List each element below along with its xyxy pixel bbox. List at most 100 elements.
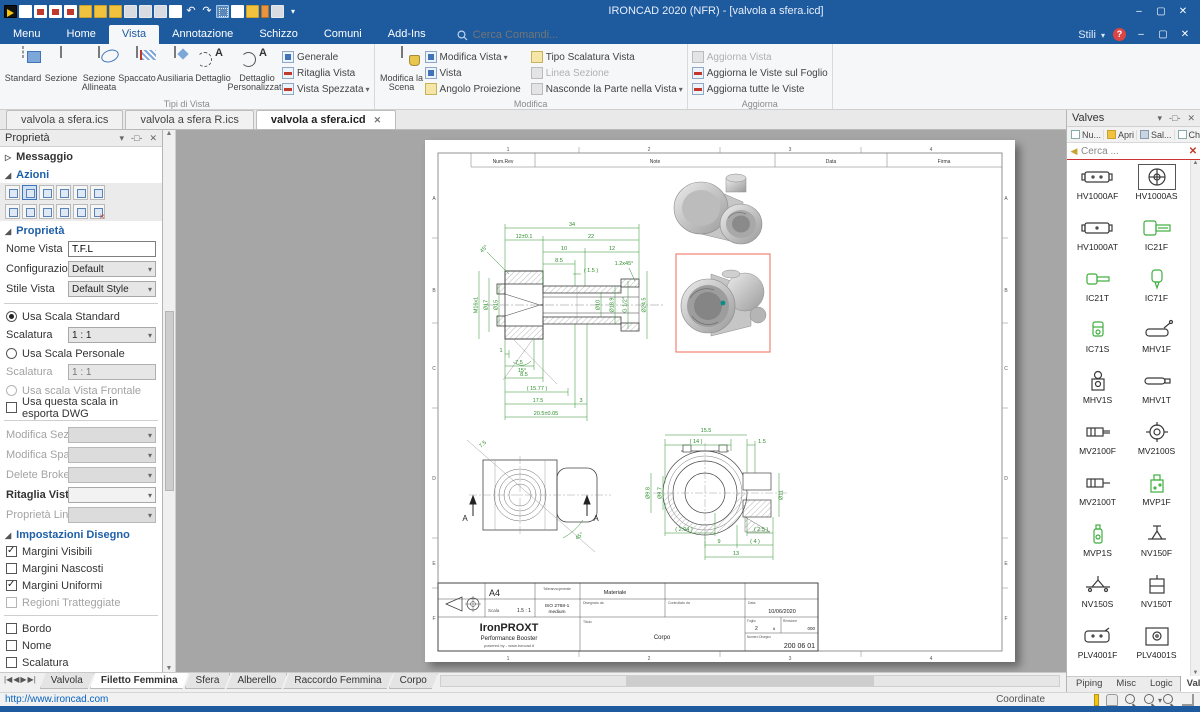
catalog-open-button[interactable]: Apri <box>1105 130 1137 140</box>
rotate-left-icon[interactable] <box>73 185 88 200</box>
configurazione-select[interactable]: Default▾ <box>68 261 156 277</box>
vista-spezzata-button[interactable]: Vista Spezzata▾ <box>282 81 370 97</box>
scroll-thumb[interactable] <box>165 311 174 491</box>
back-icon[interactable]: ◀ <box>1067 146 1081 157</box>
app-logo-icon[interactable] <box>4 5 17 18</box>
catalog-close-button[interactable]: Chi... <box>1176 130 1200 140</box>
catalog-item[interactable]: NV150F <box>1127 519 1186 570</box>
new-bom-icon[interactable] <box>64 5 77 18</box>
mdi-restore-button[interactable]: ▢ <box>1156 29 1170 40</box>
delete-view-icon[interactable] <box>90 204 105 219</box>
tab-addins[interactable]: Add-Ins <box>375 25 439 44</box>
doc-tab-ics[interactable]: valvola a sfera.ics <box>6 110 123 129</box>
nome-checkbox[interactable]: Nome <box>0 637 162 654</box>
open-folder-icon[interactable] <box>79 5 92 18</box>
sezione-button[interactable]: Sezione <box>42 46 80 98</box>
ironcad-link[interactable]: http://www.ironcad.com <box>5 694 108 705</box>
catalog-item[interactable]: MHV1S <box>1068 366 1127 417</box>
prev-sheet-icon[interactable]: ◀ <box>13 675 19 684</box>
catalog-item[interactable]: PLV4001S <box>1127 621 1186 672</box>
command-search[interactable] <box>457 29 593 44</box>
pin-icon[interactable]: -□- <box>1169 113 1180 123</box>
first-sheet-icon[interactable]: |◀ <box>4 675 12 684</box>
section-view[interactable]: 34 12±0.1 22 10 12 8.5 ( 1.5 ) 1.2x45° 4… <box>474 222 666 421</box>
export-folder-icon[interactable] <box>109 5 122 18</box>
measure-tool-icon[interactable] <box>261 5 269 18</box>
catalog-item[interactable]: MHV1T <box>1127 366 1186 417</box>
usa-scala-standard-radio[interactable]: Usa Scala Standard <box>0 308 162 325</box>
save-icon[interactable] <box>124 5 137 18</box>
catalog-item[interactable]: NV150S <box>1068 570 1127 621</box>
mdi-close-button[interactable]: ✕ <box>1178 29 1192 40</box>
catalog-close-icon[interactable]: ✕ <box>1187 113 1195 124</box>
stili-menu[interactable]: Stili ▾ <box>1078 29 1105 41</box>
sheet-tab-filetto-femmina[interactable]: Filetto Femmina <box>90 673 189 689</box>
close-tab-icon[interactable]: ✕ <box>374 115 382 126</box>
pan-icon[interactable] <box>1106 694 1118 706</box>
table-view-icon[interactable] <box>271 5 284 18</box>
undo-icon[interactable]: ↶ <box>184 5 198 18</box>
new-scene-icon[interactable] <box>34 5 47 18</box>
pin-icon[interactable]: -□- <box>131 133 142 143</box>
sheet-tab-corpo[interactable]: Corpo <box>389 673 438 689</box>
doc-tab-icd[interactable]: valvola a sfera.icd✕ <box>256 110 396 129</box>
sheet-tab-alberello[interactable]: Alberello <box>226 673 287 689</box>
save-copy-icon[interactable] <box>139 5 152 18</box>
side-view[interactable]: A A 45° 7.5 <box>462 440 611 552</box>
command-search-input[interactable] <box>473 29 593 41</box>
import-folder-icon[interactable] <box>94 5 107 18</box>
help-icon[interactable]: ? <box>1113 28 1126 41</box>
catalog-item[interactable]: HV1000AF <box>1068 162 1127 213</box>
back-view[interactable]: 15.5 ( 14 ) 1.5 Ø9.8 Ø9.7 Ø11 ( 2.04 ) (… <box>646 428 788 560</box>
tab-schizzo[interactable]: Schizzo <box>246 25 311 44</box>
ruler-icon[interactable] <box>1094 694 1099 706</box>
esporta-dwg-checkbox[interactable]: Usa questa scala in esporta DWG <box>0 399 162 416</box>
scalatura-select[interactable]: 1 : 1▾ <box>68 327 156 343</box>
dettaglio-button[interactable]: Dettaglio <box>194 46 232 98</box>
panel-menu-icon[interactable]: ▾ <box>119 133 124 144</box>
ritaglia-vista-select[interactable]: ▾ <box>68 487 156 503</box>
catalog-item[interactable]: MVP1F <box>1127 468 1186 519</box>
doc-tab-rics[interactable]: valvola a sfera R.ics <box>125 110 253 129</box>
minimize-button[interactable]: – <box>1132 6 1146 17</box>
modifica-scena-button[interactable]: Modifica la Scena <box>379 46 425 98</box>
clear-search-icon[interactable]: ✕ <box>1186 146 1200 157</box>
section-proprieta[interactable]: ◢Proprietà <box>0 223 162 239</box>
iso-view-top[interactable] <box>674 174 762 244</box>
edit-section-icon[interactable] <box>56 185 71 200</box>
copy-icon[interactable] <box>169 5 182 18</box>
catalog-item[interactable]: MV2100F <box>1068 417 1127 468</box>
tab-menu[interactable]: Menu <box>0 25 54 44</box>
nascondi-parte-button[interactable]: Nasconde la Parte nella Vista▾ <box>531 81 683 97</box>
catalog-item[interactable]: MV2100S <box>1127 417 1186 468</box>
catalog-item[interactable]: MVP1S <box>1068 519 1127 570</box>
close-button[interactable]: ✕ <box>1176 6 1190 17</box>
tab-home[interactable]: Home <box>54 25 109 44</box>
catalog-scrollbar[interactable]: ▲▼ <box>1190 160 1200 676</box>
sheet-tab-sfera[interactable]: Sfera <box>185 673 231 689</box>
sheet-tab-raccordo-femmina[interactable]: Raccordo Femmina <box>283 673 392 689</box>
standard-view-button[interactable]: Standard <box>4 46 42 98</box>
fit-view-icon[interactable] <box>5 204 20 219</box>
new-drawing-icon[interactable] <box>49 5 62 18</box>
tipo-scalatura-button[interactable]: Tipo Scalatura Vista <box>531 49 683 65</box>
insert-part-icon[interactable] <box>246 5 259 18</box>
catalog-item[interactable]: PLV4001F <box>1068 621 1127 672</box>
generale-button[interactable]: Generale <box>282 49 370 65</box>
hatch-view-icon[interactable] <box>39 204 54 219</box>
last-sheet-icon[interactable]: ▶| <box>28 675 36 684</box>
aggiorna-tutte-button[interactable]: Aggiorna tutte le Viste <box>692 81 828 97</box>
catalog-tab-valves[interactable]: Valves <box>1180 675 1200 692</box>
zoom-options-icon[interactable]: ▾ <box>1144 694 1156 706</box>
scroll-up-icon[interactable]: ▲ <box>166 130 173 137</box>
zoom-window-icon[interactable] <box>1163 694 1175 706</box>
mdi-minimize-button[interactable]: – <box>1134 29 1148 40</box>
select-view-icon[interactable] <box>22 185 37 200</box>
rotate-right-icon[interactable] <box>90 185 105 200</box>
catalog-item[interactable]: MHV1F <box>1127 315 1186 366</box>
margini-nascosti-checkbox[interactable]: Margini Nascosti <box>0 560 162 577</box>
angolo-proiezione-button[interactable]: Angolo Proiezione <box>425 81 521 97</box>
catalog-item[interactable]: HV1000AT <box>1068 213 1127 264</box>
margini-visibili-checkbox[interactable]: ✓Margini Visibili <box>0 543 162 560</box>
scalatura-checkbox[interactable]: Scalatura <box>0 654 162 671</box>
